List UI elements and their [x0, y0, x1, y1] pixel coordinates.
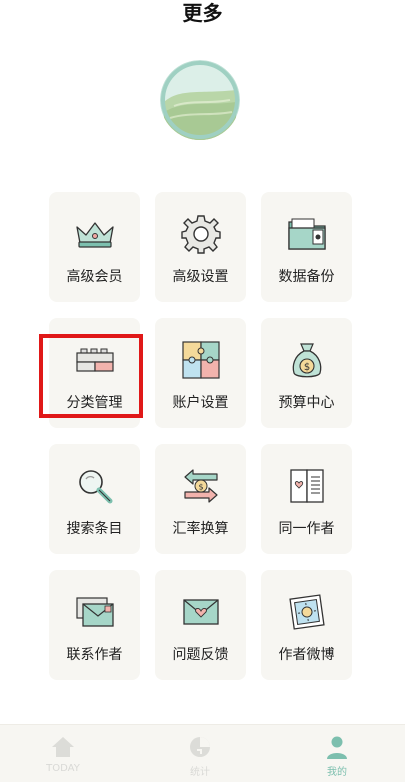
tile-label: 预算中心: [261, 392, 352, 412]
pie-chart-icon: [160, 735, 240, 759]
tile-label: 高级会员: [49, 266, 140, 286]
tile-search-entries[interactable]: 搜索条目: [49, 444, 140, 554]
person-icon: [297, 735, 377, 759]
tile-label: 汇率换算: [155, 518, 246, 538]
crown-icon: [49, 212, 140, 256]
tile-author-weibo[interactable]: 作者微博: [261, 570, 352, 680]
tab-label: 统计: [160, 763, 240, 778]
folder-icon: [261, 212, 352, 256]
sun-photo-icon: [261, 590, 352, 634]
tab-label: TODAY: [23, 763, 103, 774]
tab-statistics[interactable]: 统计: [160, 725, 240, 782]
tab-today[interactable]: TODAY: [23, 725, 103, 782]
puzzle-icon: [155, 338, 246, 382]
home-icon: [23, 735, 103, 759]
exchange-icon: $: [155, 464, 246, 508]
blocks-icon: [49, 338, 140, 382]
tile-category-management[interactable]: 分类管理: [49, 318, 140, 428]
tile-label: 高级设置: [155, 266, 246, 286]
tile-same-author[interactable]: 同一作者: [261, 444, 352, 554]
gear-icon: [155, 212, 246, 256]
tile-label: 搜索条目: [49, 518, 140, 538]
tile-label: 联系作者: [49, 644, 140, 664]
page-title: 更多: [0, 0, 405, 26]
tile-advanced-settings[interactable]: 高级设置: [155, 192, 246, 302]
tab-label: 我的: [297, 763, 377, 778]
avatar-landscape-icon: [160, 60, 240, 140]
book-icon: [261, 464, 352, 508]
svg-text:$: $: [303, 362, 309, 373]
tab-mine[interactable]: 我的: [297, 725, 377, 782]
svg-text:$: $: [198, 483, 203, 492]
tile-contact-author[interactable]: 联系作者: [49, 570, 140, 680]
tile-feedback[interactable]: 问题反馈: [155, 570, 246, 680]
tile-data-backup[interactable]: 数据备份: [261, 192, 352, 302]
tile-account-settings[interactable]: 账户设置: [155, 318, 246, 428]
envelopes-icon: [49, 590, 140, 634]
tile-label: 数据备份: [261, 266, 352, 286]
tile-premium-member[interactable]: 高级会员: [49, 192, 140, 302]
tile-currency-exchange[interactable]: $ 汇率换算: [155, 444, 246, 554]
tile-label: 作者微博: [261, 644, 352, 664]
money-bag-icon: $: [261, 338, 352, 382]
bottom-tab-bar: TODAY 统计 我的: [0, 724, 405, 782]
tile-label: 账户设置: [155, 392, 246, 412]
tile-label: 问题反馈: [155, 644, 246, 664]
magnifier-icon: [49, 464, 140, 508]
tile-label: 同一作者: [261, 518, 352, 538]
heart-letter-icon: [155, 590, 246, 634]
tile-label: 分类管理: [49, 392, 140, 412]
avatar[interactable]: [160, 60, 240, 140]
tile-budget-center[interactable]: $ 预算中心: [261, 318, 352, 428]
